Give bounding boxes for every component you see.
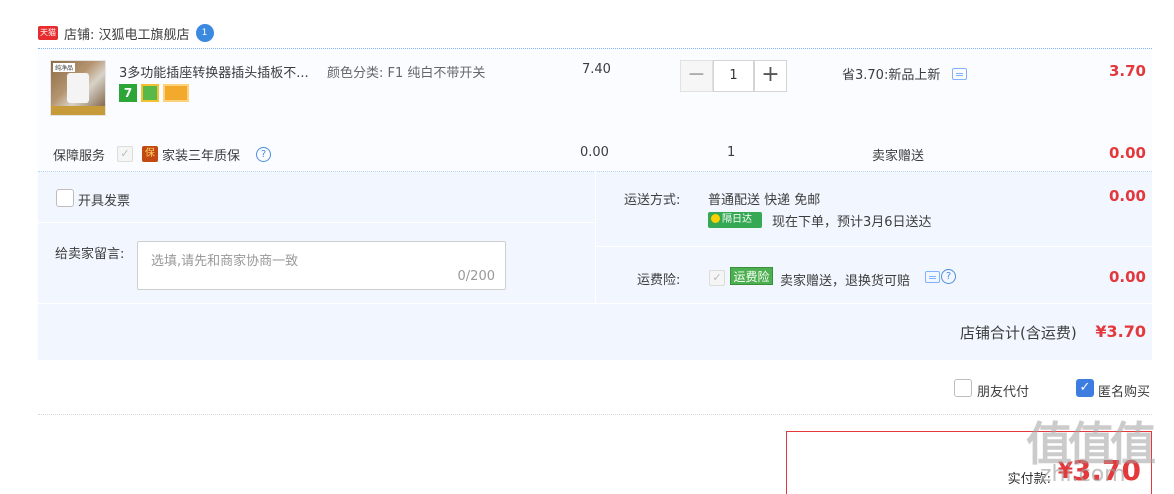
quantity-decrease-button[interactable]: − (680, 60, 713, 92)
seller-message-label: 给卖家留言: (55, 247, 125, 262)
delivery-estimate: 现在下单，预计3月6日送达 (772, 215, 932, 230)
credit-card-icon[interactable] (163, 84, 189, 102)
promo-icons: 7 (119, 84, 189, 102)
product-thumbnail[interactable]: 纯净品 (50, 60, 106, 116)
message-char-count: 0/200 (457, 269, 495, 284)
warranty-quantity: 1 (727, 145, 736, 160)
item-total-price: 3.70 (1108, 62, 1146, 80)
shipping-method: 普通配送 快递 免邮 (708, 193, 821, 208)
shop-name-link[interactable]: 店铺: 汉狐电工旗舰店 (64, 24, 190, 43)
site-watermark-url: zhi.com (1040, 462, 1126, 487)
insurance-badge: 运费险 (730, 267, 773, 285)
warranty-price: 0.00 (580, 145, 609, 160)
shipping-insurance-label: 运费险: (637, 273, 681, 288)
shop-total-label: 店铺合计(含运费) (960, 324, 1077, 342)
wangwang-chat-icon[interactable]: 1 (195, 24, 214, 42)
insurance-total: 0.00 (1108, 268, 1146, 286)
lightning-icon (711, 214, 720, 223)
seven-day-return-icon[interactable]: 7 (119, 84, 137, 102)
product-spec: 颜色分类: F1 纯白不带开关 (327, 66, 486, 81)
friend-pay-checkbox[interactable] (954, 379, 972, 397)
next-day-badge: 隔日达 (708, 212, 762, 228)
comment-icon[interactable] (952, 68, 967, 80)
unit-price: 7.40 (582, 62, 611, 77)
warranty-shield-icon: 保 (142, 146, 158, 162)
shop-total-value: ¥3.70 (1095, 322, 1146, 341)
invoice-checkbox[interactable] (56, 189, 74, 207)
quantity-stepper: − 1 + (680, 60, 787, 92)
insurance-description: 卖家赠送，退换货可赔 (780, 274, 911, 289)
seller-message-input[interactable]: 选填,请先和商家协商一致 0/200 (137, 241, 506, 290)
thumbnail-strip (51, 106, 105, 115)
socket-image (67, 73, 89, 103)
message-placeholder: 选填,请先和商家协商一致 (151, 254, 299, 269)
friend-pay-label[interactable]: 朋友代付 (977, 381, 1029, 400)
quantity-input[interactable]: 1 (713, 60, 754, 92)
extras-divider (38, 222, 595, 223)
warranty-checkbox[interactable]: ✓ (117, 146, 133, 162)
shipping-label: 运送方式: (624, 193, 681, 208)
comment-icon[interactable] (925, 271, 940, 283)
discount-text: 省3.70:新品上新 (842, 68, 941, 83)
help-icon[interactable]: ? (941, 269, 956, 284)
tmall-logo-icon: 天猫 (38, 26, 58, 40)
shop-header: 天猫 店铺: 汉狐电工旗舰店 1 (38, 22, 214, 44)
quantity-increase-button[interactable]: + (754, 60, 787, 92)
thumbnail-label: 纯净品 (53, 63, 76, 72)
warranty-note: 卖家赠送 (872, 149, 925, 164)
insurance-checkbox[interactable]: ✓ (709, 270, 725, 286)
invoice-label[interactable]: 开具发票 (78, 190, 130, 209)
next-day-label: 隔日达 (722, 214, 752, 225)
warranty-name: 家装三年质保 (162, 149, 241, 164)
shipping-total: 0.00 (1108, 187, 1146, 205)
help-icon[interactable]: ? (256, 147, 271, 162)
anonymous-purchase-checkbox[interactable]: ✓ (1076, 379, 1094, 397)
extras-divider (595, 171, 596, 303)
extras-divider (596, 246, 1152, 247)
product-title-link[interactable]: 3多功能插座转换器插头插板不... (119, 62, 309, 81)
section-divider (38, 414, 1152, 415)
anonymous-purchase-label[interactable]: 匿名购买 (1098, 381, 1150, 400)
warranty-label: 保障服务 (53, 149, 106, 164)
warranty-total: 0.00 (1108, 144, 1146, 162)
green-service-icon[interactable] (141, 84, 159, 102)
